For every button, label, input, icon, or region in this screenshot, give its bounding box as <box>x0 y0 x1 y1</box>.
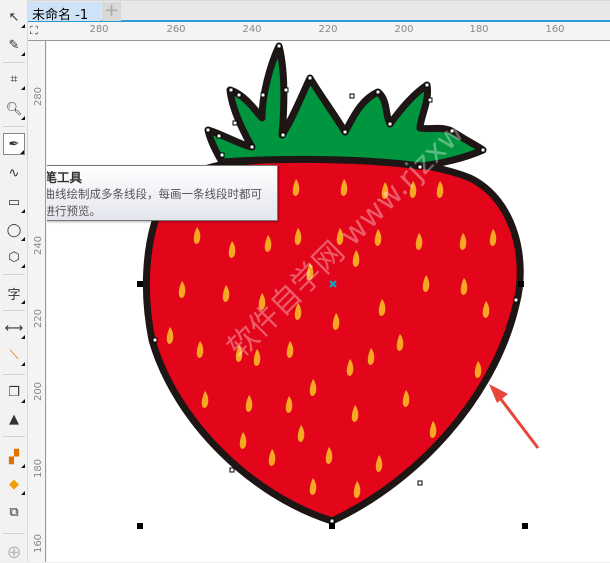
zoom-tool-icon[interactable]: 🔍︎ <box>3 98 25 120</box>
pen-tool-icon[interactable]: ✒ <box>3 133 25 155</box>
path-node[interactable] <box>276 43 282 49</box>
selection-handle[interactable] <box>518 281 524 287</box>
ruler-tick: 200 <box>394 24 414 35</box>
ruler-tick: 180 <box>33 458 45 479</box>
red-arrow-annotation <box>489 384 540 449</box>
document-tabbar: 未命名 -1 + <box>28 0 610 23</box>
path-node[interactable] <box>329 518 335 524</box>
ruler-tick: 280 <box>33 86 45 107</box>
artistic-media-tool-icon[interactable]: ∿ <box>3 162 25 184</box>
smart-fill-tool-icon[interactable]: ⧉ <box>3 501 25 523</box>
strawberry-drawing: 软件自学网 www.rjzxw.com <box>137 42 540 529</box>
shape-tool-icon[interactable]: ✎ <box>3 34 25 56</box>
selection-handle[interactable] <box>522 523 528 529</box>
ruler-tick: 240 <box>33 235 45 256</box>
tooltip-title: 钢笔工具 <box>47 170 83 185</box>
path-node[interactable] <box>260 92 266 98</box>
path-node[interactable] <box>216 133 222 139</box>
path-node[interactable] <box>349 93 355 99</box>
drop-shadow-tool-icon[interactable]: ❐ <box>3 381 25 403</box>
path-node[interactable] <box>480 147 486 153</box>
ruler-origin-icon[interactable]: ⛶ <box>30 24 38 38</box>
path-node[interactable] <box>229 467 235 473</box>
ruler-tick: 200 <box>33 381 45 402</box>
ruler-tick: 220 <box>318 24 338 35</box>
transparency-tool-icon[interactable]: ▲ <box>3 408 25 430</box>
add-tab-button[interactable]: + <box>102 2 121 21</box>
ruler-tick: 220 <box>33 308 45 329</box>
ruler-tick: 160 <box>545 24 565 35</box>
rectangle-tool-icon[interactable]: ▭ <box>3 191 25 213</box>
path-node[interactable] <box>427 97 433 103</box>
dimension-tool-icon[interactable]: ⟷ <box>3 317 25 339</box>
connector-tool-icon[interactable]: ⟍ <box>3 344 25 366</box>
path-node[interactable] <box>424 82 430 88</box>
document-tab[interactable]: 未命名 -1 <box>28 2 101 23</box>
polygon-tool-icon[interactable]: ⬡ <box>3 246 25 268</box>
ruler-tick: 180 <box>469 24 489 35</box>
path-node[interactable] <box>387 121 393 127</box>
ruler-tick: 260 <box>166 24 186 35</box>
ruler-tick: 160 <box>33 533 45 554</box>
pick-tool-icon[interactable]: ↖ <box>3 6 25 28</box>
eyedropper-tool-icon[interactable]: ▞ <box>3 446 25 468</box>
path-node[interactable] <box>513 297 519 303</box>
crop-tool-icon[interactable]: ⌗ <box>3 68 25 90</box>
ellipse-tool-icon[interactable]: ◯ <box>3 219 25 241</box>
ruler-top[interactable]: 280 260 240 220 200 180 160 <box>28 22 610 41</box>
path-node[interactable] <box>375 89 381 95</box>
tooltip-line: 以进行预览。 <box>47 204 101 218</box>
path-node[interactable] <box>307 75 313 81</box>
pen-tool-tooltip: 钢笔工具 将曲线绘制成多条线段，每画一条线段时都可 以进行预览。 <box>47 165 278 221</box>
path-node[interactable] <box>152 337 158 343</box>
path-node[interactable] <box>249 144 255 150</box>
selection-handle[interactable] <box>329 523 335 529</box>
path-node[interactable] <box>219 152 225 158</box>
path-node[interactable] <box>228 87 234 93</box>
selection-handle[interactable] <box>137 523 143 529</box>
interactive-fill-tool-icon[interactable]: ◆ <box>3 473 25 495</box>
path-node[interactable] <box>342 129 348 135</box>
path-node[interactable] <box>417 480 423 486</box>
ruler-tick: 280 <box>89 24 109 35</box>
path-node[interactable] <box>232 120 238 126</box>
text-tool-icon[interactable]: 字 <box>3 282 25 304</box>
path-node[interactable] <box>280 132 286 138</box>
selection-handle[interactable] <box>137 281 143 287</box>
tooltip-line: 将曲线绘制成多条线段，每画一条线段时都可 <box>47 187 262 201</box>
ruler-tick: 240 <box>242 24 262 35</box>
path-node[interactable] <box>236 92 242 98</box>
path-node[interactable] <box>283 87 289 93</box>
drawing-canvas[interactable]: 软件自学网 www.rjzxw.com 钢笔工具 将曲线绘制成多条线段，每画一条… <box>47 41 610 562</box>
toolbox: ↖ ✎ ⌗ 🔍︎ ✒ ∿ ▭ ◯ ⬡ 字 ⟷ ⟍ ❐ ▲ ▞ ◆ ⧉ ⊕ <box>0 0 28 563</box>
path-node[interactable] <box>205 127 211 133</box>
ruler-left[interactable]: 280 240 220 200 180 160 <box>28 41 46 562</box>
add-tool-icon[interactable]: ⊕ <box>3 541 25 563</box>
